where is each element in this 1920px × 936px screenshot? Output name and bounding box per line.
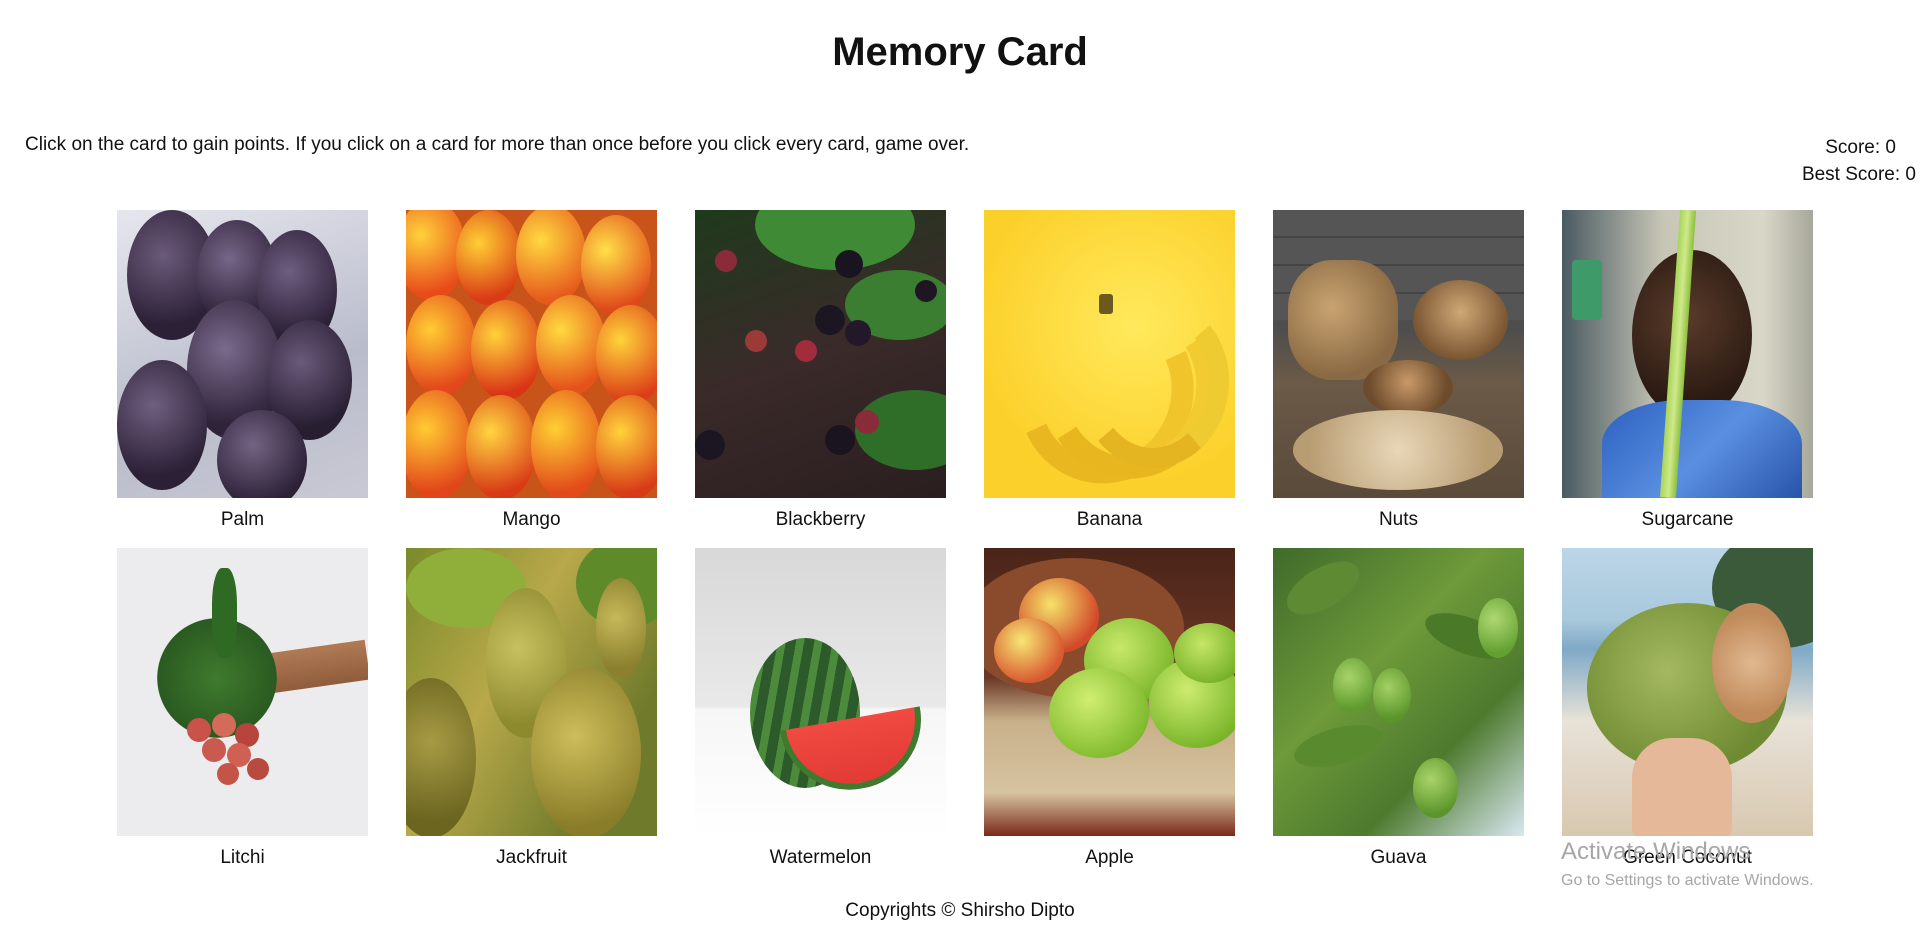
green-coconut-image — [1562, 548, 1813, 836]
watermark-subtitle: Go to Settings to activate Windows. — [1561, 872, 1814, 889]
litchi-image — [117, 548, 368, 836]
card-label: Litchi — [220, 847, 265, 868]
card-label: Sugarcane — [1641, 509, 1734, 530]
palm-image — [117, 210, 368, 498]
card-label: Jackfruit — [496, 847, 567, 868]
card-mango[interactable]: Mango — [406, 210, 657, 531]
card-apple[interactable]: Apple — [984, 548, 1235, 869]
card-label: Green Coconut — [1623, 847, 1752, 868]
card-label: Nuts — [1378, 509, 1419, 530]
best-score-text: Best Score: 0 — [1801, 164, 1916, 185]
card-label: Watermelon — [769, 847, 872, 868]
card-label: Blackberry — [775, 509, 866, 530]
card-label: Banana — [1076, 509, 1143, 530]
score-text: Score: 0 — [1825, 137, 1896, 158]
card-label: Mango — [502, 509, 561, 530]
footer-copyright: Copyrights © Shirsho Dipto — [845, 900, 1075, 921]
card-grid: Palm Mango Blackberry Banana Nuts Sugarc… — [117, 210, 1813, 869]
card-green-coconut[interactable]: Green Coconut — [1562, 548, 1813, 869]
jackfruit-image — [406, 548, 657, 836]
instructions-text: Click on the card to gain points. If you… — [25, 134, 970, 155]
sugarcane-image — [1562, 210, 1813, 498]
card-watermelon[interactable]: Watermelon — [695, 548, 946, 869]
card-label: Palm — [220, 509, 265, 530]
card-palm[interactable]: Palm — [117, 210, 368, 531]
card-sugarcane[interactable]: Sugarcane — [1562, 210, 1813, 531]
card-label: Guava — [1370, 847, 1427, 868]
card-nuts[interactable]: Nuts — [1273, 210, 1524, 531]
banana-image — [984, 210, 1235, 498]
page-title: Memory Card — [832, 30, 1088, 74]
guava-image — [1273, 548, 1524, 836]
blackberry-image — [695, 210, 946, 498]
watermelon-image — [695, 548, 946, 836]
card-litchi[interactable]: Litchi — [117, 548, 368, 869]
score-panel: Score: 0 Best Score: 0 — [1802, 134, 1916, 188]
card-blackberry[interactable]: Blackberry — [695, 210, 946, 531]
mango-image — [406, 210, 657, 498]
apple-image — [984, 548, 1235, 836]
card-label: Apple — [1085, 847, 1134, 868]
card-jackfruit[interactable]: Jackfruit — [406, 548, 657, 869]
card-banana[interactable]: Banana — [984, 210, 1235, 531]
nuts-image — [1273, 210, 1524, 498]
card-guava[interactable]: Guava — [1273, 548, 1524, 869]
